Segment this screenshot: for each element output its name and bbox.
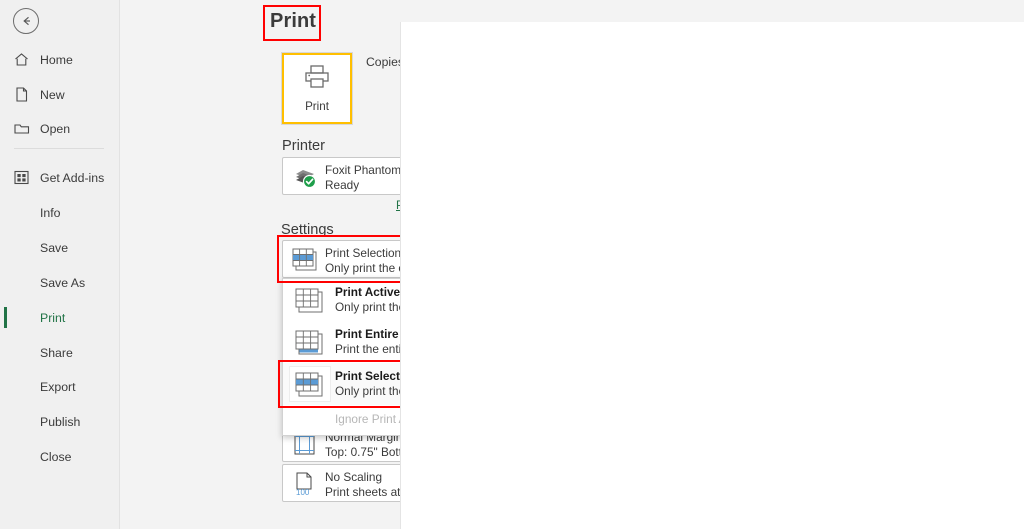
settings-section-label: Settings — [281, 222, 334, 238]
addins-icon — [14, 170, 40, 185]
print-button[interactable]: Print — [282, 53, 352, 124]
sidebar-item-share[interactable]: Share — [0, 338, 120, 367]
sidebar-item-label: Share — [40, 345, 73, 360]
backstage-navigation: Home New Open Get Add-ins Info Save Save As Pri… — [0, 0, 120, 529]
print-button-label: Print — [305, 100, 329, 113]
sidebar-item-label: Get Add-ins — [40, 170, 105, 185]
backstage-print-screen: Home New Open Get Add-ins Info Save Save As Pri… — [0, 0, 1024, 529]
print-entire-workbook-icon — [295, 330, 325, 361]
sidebar-item-label: Export — [40, 379, 76, 394]
printer-status: Ready — [325, 178, 360, 192]
sidebar-item-new[interactable]: New — [0, 80, 120, 109]
printer-icon — [303, 64, 331, 95]
scaling-title: No Scaling — [325, 470, 383, 484]
back-arrow-icon[interactable] — [13, 8, 39, 34]
sidebar-item-label: Info — [40, 205, 61, 220]
sidebar-item-label: Print — [40, 310, 66, 325]
printer-ready-icon — [292, 166, 318, 194]
sidebar-item-label: Open — [40, 121, 71, 136]
sidebar-item-info[interactable]: Info — [0, 198, 120, 227]
print-active-sheets-icon — [295, 288, 325, 319]
scaling-icon: 100 — [292, 472, 318, 501]
print-selection-icon — [292, 248, 318, 277]
sidebar-item-close[interactable]: Close — [0, 442, 120, 471]
sidebar-item-home[interactable]: Home — [0, 45, 120, 74]
print-selection-icon — [295, 372, 325, 403]
print-preview-pane: aaaaaaaaaaaaaaaaaaaaaaaaaaaaaaaaaaaaaaaa… — [401, 22, 1024, 529]
sidebar-item-export[interactable]: Export — [0, 372, 120, 401]
sidebar-item-label: Save — [40, 240, 69, 255]
printer-section-label: Printer — [282, 138, 325, 154]
svg-text:100: 100 — [296, 488, 310, 496]
sidebar-item-save[interactable]: Save — [0, 233, 120, 262]
sidebar-item-print[interactable]: Print — [0, 303, 120, 332]
sidebar-item-label: Home — [40, 52, 73, 67]
sidebar-item-open[interactable]: Open — [0, 114, 120, 143]
home-icon — [14, 52, 40, 67]
sidebar-item-get-add-ins[interactable]: Get Add-ins — [0, 163, 120, 192]
sidebar-item-label: New — [40, 87, 65, 102]
what-to-print-title: Print Selection — [325, 246, 402, 260]
page-title: Print — [270, 10, 317, 32]
sidebar-item-label: Publish — [40, 414, 81, 429]
new-doc-icon — [14, 87, 40, 102]
sidebar-item-save-as[interactable]: Save As — [0, 268, 120, 297]
nav-divider — [14, 148, 104, 149]
sidebar-item-publish[interactable]: Publish — [0, 407, 120, 436]
print-settings-pane: Print Print Copies: 1 Printer — [120, 0, 495, 529]
sidebar-item-label: Close — [40, 449, 72, 464]
folder-icon — [14, 121, 40, 136]
sidebar-item-label: Save As — [40, 275, 86, 290]
